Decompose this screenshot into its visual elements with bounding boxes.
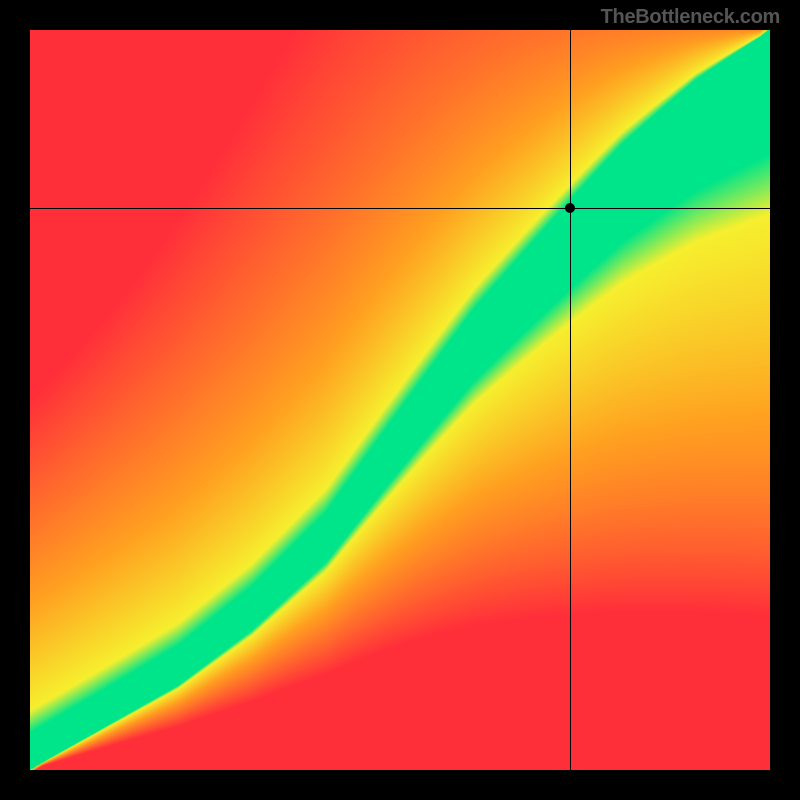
chart-container: TheBottleneck.com <box>0 0 800 800</box>
bottleneck-heatmap <box>30 30 770 770</box>
evaluation-marker <box>565 203 575 213</box>
watermark-text: TheBottleneck.com <box>601 6 780 29</box>
crosshair-horizontal <box>30 208 770 209</box>
crosshair-vertical <box>570 30 571 770</box>
